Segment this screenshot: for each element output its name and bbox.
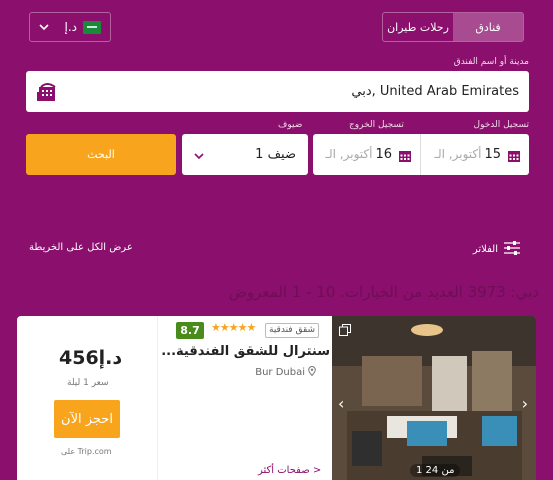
results-heading: دبي: 3973 العديد من الخيارات. 10 - 1 الم… [228,283,539,301]
destination-label: مدينة أو اسم الفندق [453,57,529,67]
view-all-on-map-link[interactable]: عرض الكل على الخريطة [29,242,133,253]
price-note: سعر 1 ليلة [67,378,109,388]
saudi-flag-icon [83,20,101,34]
checkout-label: تسجيل الخروج [349,120,404,130]
category-badge: شقق فندقية [265,323,320,338]
guests-value: 1 ضيف [255,147,296,162]
guests-label: ضيوف [278,120,303,130]
currency-code: د.إ [64,20,78,34]
tab-flights[interactable]: رحلات طيران [383,13,453,41]
destination-value: دبي, United Arab Emirates [351,84,519,99]
provider-label: على Trip.com [61,447,112,456]
checkin-month: أكتوبر, الـ [434,147,482,161]
destination-input[interactable]: دبي, United Arab Emirates [26,71,529,112]
photo-prev-icon[interactable]: ‹ [338,394,344,413]
location-text: Bur Dubai [255,367,305,378]
chevron-down-icon [39,20,49,34]
guests-selector[interactable]: 1 ضيف [182,134,308,175]
calendar-icon [398,148,412,162]
map-pin-icon [308,365,316,379]
book-now-button[interactable]: احجز الآن [54,400,120,438]
chevron-down-icon [194,145,204,164]
filters-button[interactable]: الفلاتر [473,241,520,258]
photo-next-icon[interactable]: › [522,394,528,413]
hotel-photo[interactable]: ‹ › 1 من 24 [332,316,536,480]
compare-icon[interactable] [339,321,351,340]
hotel-building-icon [36,81,58,103]
checkin-date-field[interactable]: أكتوبر, الـ 15 [420,134,529,175]
hotel-name-link[interactable]: ...سنترال للشقق الفندقية [161,344,330,359]
hotel-info-panel: 8.7 ★★★★★ شقق فندقية ...سنترال للشقق الف… [157,316,332,480]
calendar-icon [507,148,521,162]
rating-badge: 8.7 [176,322,204,339]
checkin-label: تسجيل الدخول [473,120,529,130]
photo-counter: 1 من 24 [410,464,461,477]
hotel-card[interactable]: د.إ456 سعر 1 ليلة احجز الآن على Trip.com… [17,316,536,480]
price-panel: د.إ456 سعر 1 ليلة احجز الآن على Trip.com [17,316,157,480]
more-pages-link[interactable]: صفحات أكثر > [258,465,321,476]
star-rating-icon: ★★★★★ [211,321,256,334]
tab-hotels[interactable]: فنادق [453,13,523,41]
filters-label: الفلاتر [472,244,498,255]
sliders-icon [504,241,520,258]
checkout-date-field[interactable]: أكتوبر, الـ 16 [313,134,420,175]
hotel-price: د.إ456 [59,347,123,369]
product-tabs: رحلات طيران فنادق [382,12,524,42]
checkout-month: أكتوبر, الـ [325,147,373,161]
checkout-day: 16 [375,147,392,162]
checkin-day: 15 [484,147,501,162]
search-button[interactable]: البحث [26,134,176,175]
currency-selector[interactable]: د.إ [29,12,111,42]
hotel-location[interactable]: Bur Dubai [255,365,316,379]
